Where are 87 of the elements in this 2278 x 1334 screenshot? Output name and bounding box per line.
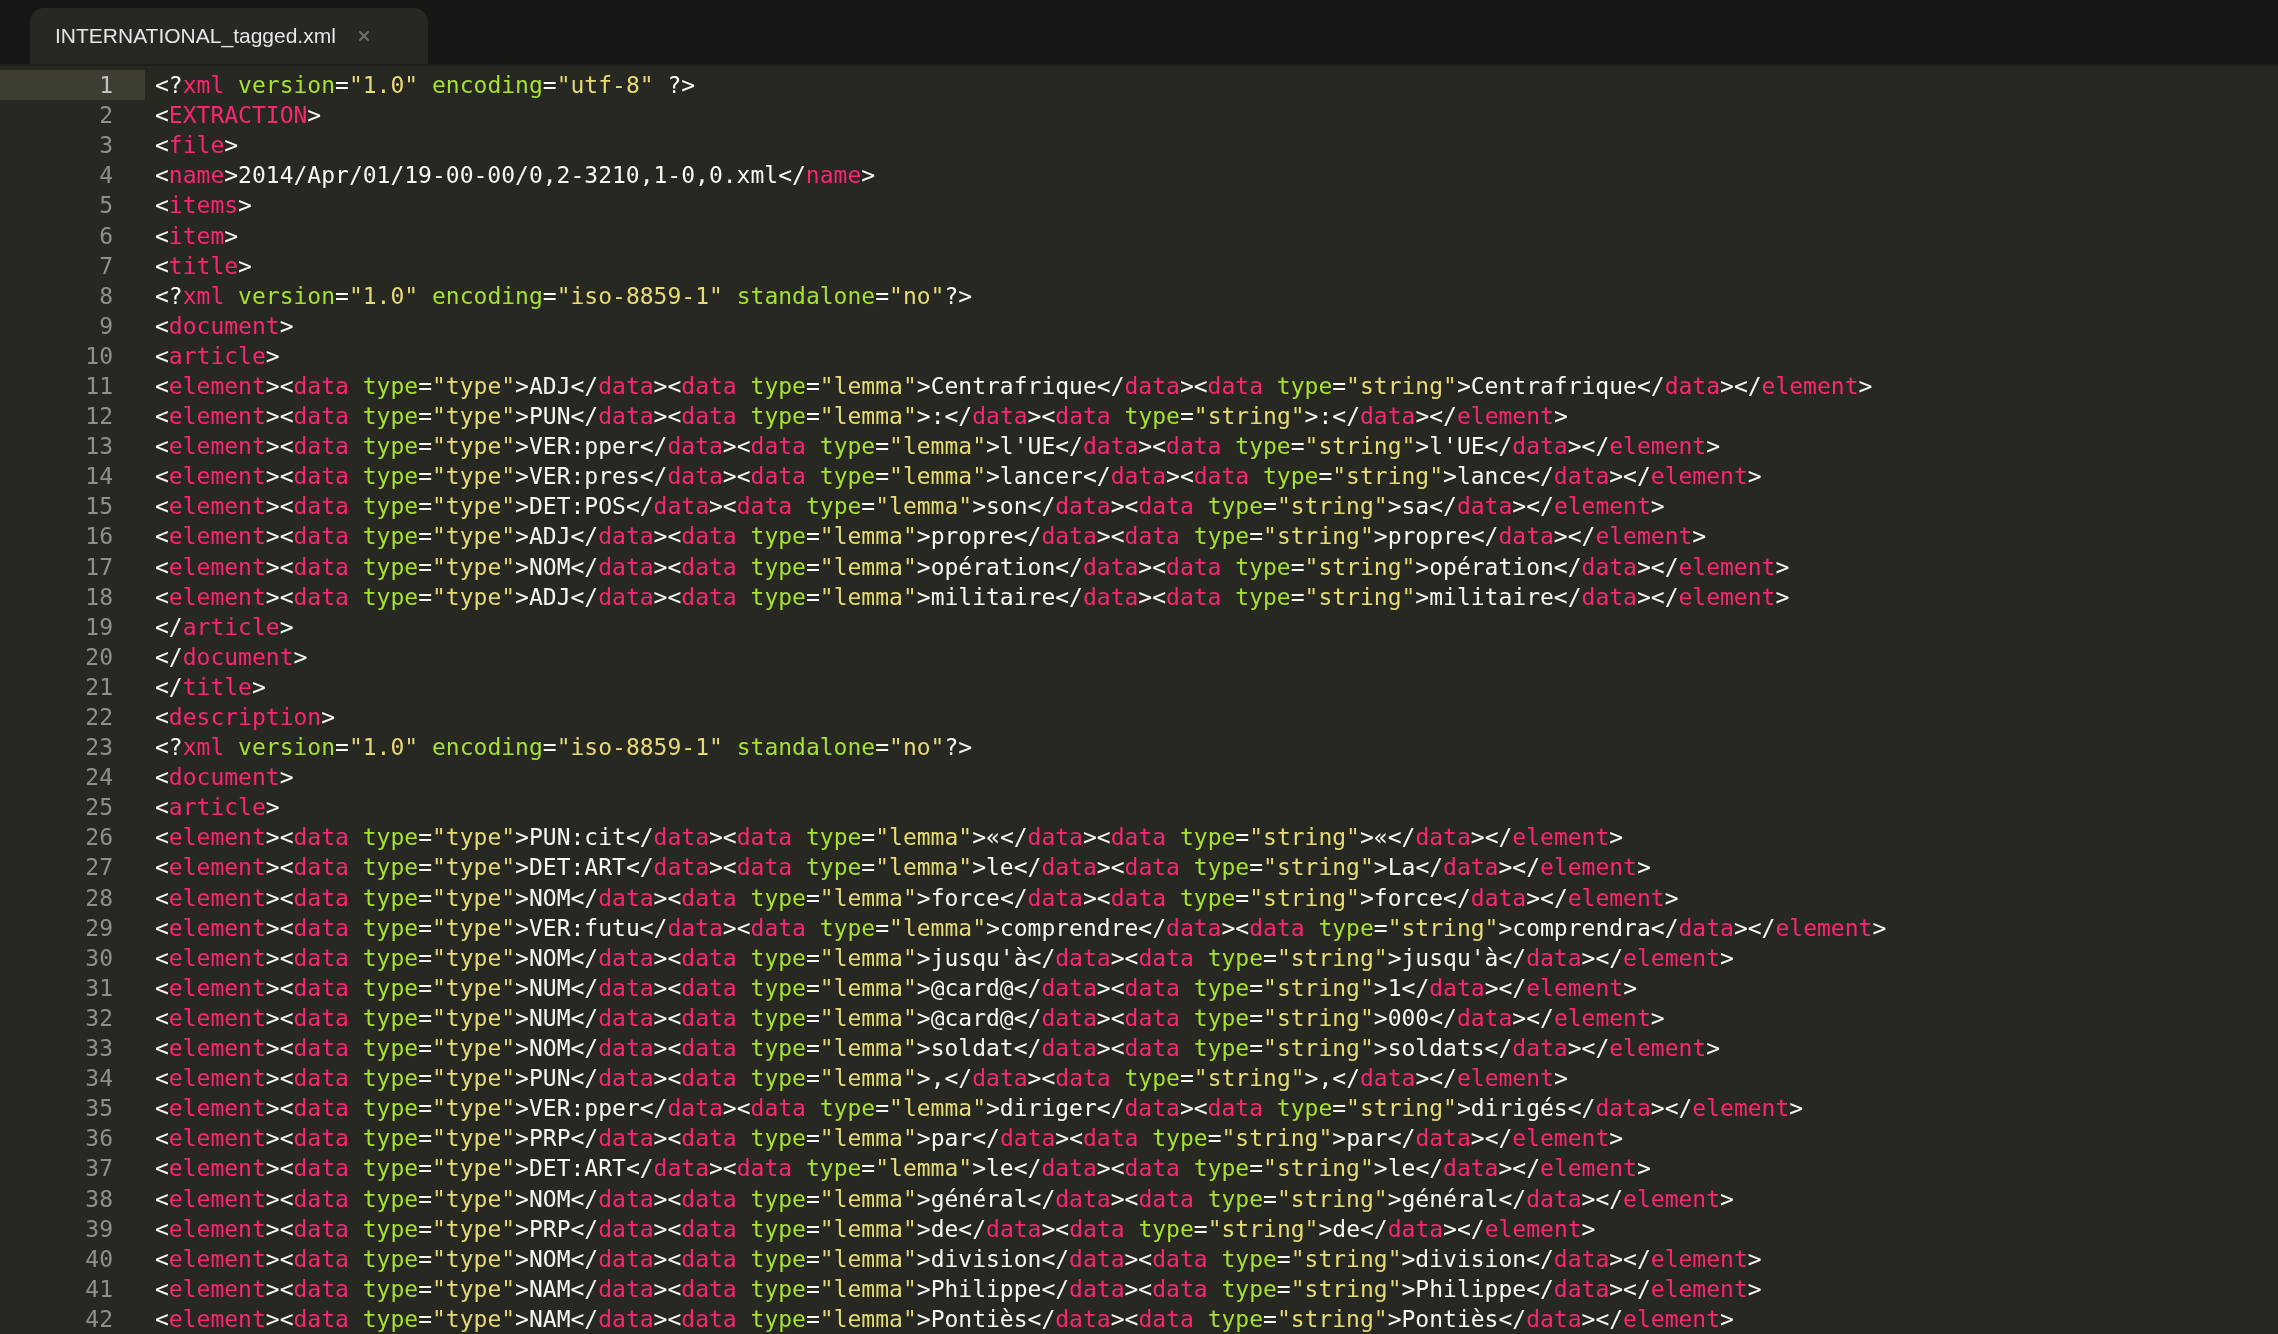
code-line: <element><data type="type">ADJ</data><data type="lemma">militaire</data><data type="string">militaire</data></element>	[155, 583, 1790, 610]
code-line: <file>	[155, 132, 239, 159]
code-line: <item>	[155, 222, 239, 249]
line-number: 15	[84, 492, 114, 522]
line-number: 2	[98, 101, 114, 131]
line-number: 26	[84, 823, 114, 853]
close-icon[interactable]	[357, 30, 370, 42]
code-line: <article>	[155, 794, 280, 821]
line-number: 24	[84, 763, 114, 793]
code-line: <element><data type="type">VER:pper</data><data type="lemma">diriger</data><data type="string">dirigés</data></element>	[155, 1095, 1804, 1122]
line-number: 23	[84, 733, 114, 763]
code-line: <element><data type="type">NAM</data><data type="lemma">Pontiès</data><data type="string">Pontiès</data></element>	[155, 1305, 1734, 1332]
code-line: </article>	[155, 613, 294, 640]
line-number: 13	[84, 432, 114, 462]
line-number: 4	[98, 161, 114, 191]
line-number: 14	[84, 462, 114, 492]
line-number: 1	[0, 70, 145, 101]
code-line: <element><data type="type">DET:ART</data><data type="lemma">le</data><data type="string">La</data></element>	[155, 854, 1651, 881]
line-number: 36	[84, 1124, 114, 1154]
line-number: 33	[84, 1034, 114, 1064]
line-number: 38	[84, 1184, 114, 1214]
code-line: <element><data type="type">NAM</data><data type="lemma">Philippe</data><data type="string">Philippe</data></element>	[155, 1275, 1762, 1302]
line-number: 25	[84, 793, 114, 823]
line-number: 30	[84, 943, 114, 973]
line-number: 29	[84, 913, 114, 943]
code-line: <?xml version="1.0" encoding="iso-8859-1" standalone="no"?>	[155, 734, 973, 761]
line-number: 8	[98, 281, 114, 311]
code-line: <element><data type="type">PUN</data><data type="lemma">:</data><data type="string">:</data></element>	[155, 403, 1568, 430]
code-line: <element><data type="type">VER:futu</data><data type="lemma">comprendre</data><data type="string">comprendra</data></element>	[155, 914, 1887, 941]
line-number: 6	[98, 221, 114, 251]
line-number: 35	[84, 1094, 114, 1124]
line-number: 10	[84, 341, 114, 371]
code-line: </document>	[155, 643, 308, 670]
line-number: 18	[84, 582, 114, 612]
code-line: </title>	[155, 673, 266, 700]
code-line: <element><data type="type">DET:ART</data><data type="lemma">le</data><data type="string">le</data></element>	[155, 1155, 1651, 1182]
code-line: <EXTRACTION>	[155, 102, 322, 129]
code-line: <element><data type="type">NOM</data><data type="lemma">jusqu'à</data><data type="string">jusqu'à</data></element>	[155, 944, 1734, 971]
tab-title: INTERNATIONAL_tagged.xml	[55, 24, 336, 48]
line-number: 37	[84, 1154, 114, 1184]
code-line: <element><data type="type">PUN</data><data type="lemma">,</data><data type="string">,</data></element>	[155, 1065, 1568, 1092]
code-line: <article>	[155, 342, 280, 369]
file-tab[interactable]: INTERNATIONAL_tagged.xml	[30, 8, 428, 64]
code-line: <name>2014/Apr/01/19-00-00/0,2-3210,1-0,0.xml</name>	[155, 162, 876, 189]
code-line: <element><data type="type">NOM</data><data type="lemma">opération</data><data type="string">opération</data></element>	[155, 553, 1790, 580]
code-line: <element><data type="type">NOM</data><data type="lemma">soldat</data><data type="string">soldats</data></element>	[155, 1035, 1721, 1062]
code-line: <element><data type="type">NUM</data><data type="lemma">@card@</data><data type="string">1</data></element>	[155, 974, 1637, 1001]
line-number: 42	[84, 1304, 114, 1334]
line-number: 7	[98, 251, 114, 281]
line-number: 11	[84, 372, 114, 401]
code-line: <?xml version="1.0" encoding="utf-8" ?>	[155, 72, 696, 99]
code-line: <element><data type="type">NUM</data><data type="lemma">@card@</data><data type="string">000</data></element>	[155, 1004, 1665, 1031]
code-line: <items>	[155, 192, 252, 219]
code-line: <element><data type="type">NOM</data><data type="lemma">division</data><data type="string">division</data></element>	[155, 1245, 1762, 1272]
line-number: 39	[84, 1214, 114, 1244]
code-line: <element><data type="type">VER:pres</data><data type="lemma">lancer</data><data type="string">lance</data></element>	[155, 463, 1762, 490]
line-number: 31	[84, 973, 114, 1003]
line-number: 27	[84, 853, 114, 883]
code-line: <element><data type="type">PRP</data><data type="lemma">de</data><data type="string">de</data></element>	[155, 1215, 1596, 1242]
line-number: 19	[84, 612, 114, 642]
line-number: 12	[84, 402, 114, 432]
line-number: 22	[84, 703, 114, 732]
code-line: <element><data type="type">NOM</data><data type="lemma">général</data><data type="string">général</data></element>	[155, 1185, 1734, 1212]
code-line: <element><data type="type">ADJ</data><data type="lemma">propre</data><data type="string">propre</data></element>	[155, 523, 1707, 550]
line-number: 5	[98, 191, 114, 221]
line-number: 41	[84, 1274, 114, 1304]
line-number: 17	[84, 552, 114, 582]
line-number: 40	[84, 1244, 114, 1274]
line-number: 3	[98, 131, 114, 161]
code-line: <document>	[155, 312, 294, 339]
line-number: 32	[84, 1003, 114, 1033]
line-number: 16	[84, 522, 114, 552]
line-number: 9	[98, 311, 114, 341]
code-line: <element><data type="type">ADJ</data><data type="lemma">Centrafrique</data><data type="string">Centrafrique</data></element>	[155, 373, 1873, 399]
code-line: <?xml version="1.0" encoding="iso-8859-1" standalone="no"?>	[155, 282, 973, 309]
code-line: <element><data type="type">PUN:cit</data><data type="lemma">«</data><data type="string">«</data></element>	[155, 824, 1624, 851]
code-line: <title>	[155, 252, 252, 279]
line-number: 21	[84, 672, 114, 702]
code-line: <element><data type="type">NOM</data><data type="lemma">force</data><data type="string">force</data></element>	[155, 884, 1679, 911]
code-line: <element><data type="type">VER:pper</data><data type="lemma">l'UE</data><data type="string">l'UE</data></element>	[155, 433, 1721, 460]
code-line: <element><data type="type">PRP</data><data type="lemma">par</data><data type="string">par</data></element>	[155, 1125, 1624, 1152]
line-number: 28	[84, 883, 114, 913]
code-line: <description>	[155, 704, 336, 730]
code-line: <element><data type="type">DET:POS</data><data type="lemma">son</data><data type="string">sa</data></element>	[155, 493, 1665, 520]
line-number: 20	[84, 642, 114, 672]
line-number: 34	[84, 1064, 114, 1094]
code-line: <document>	[155, 764, 294, 791]
